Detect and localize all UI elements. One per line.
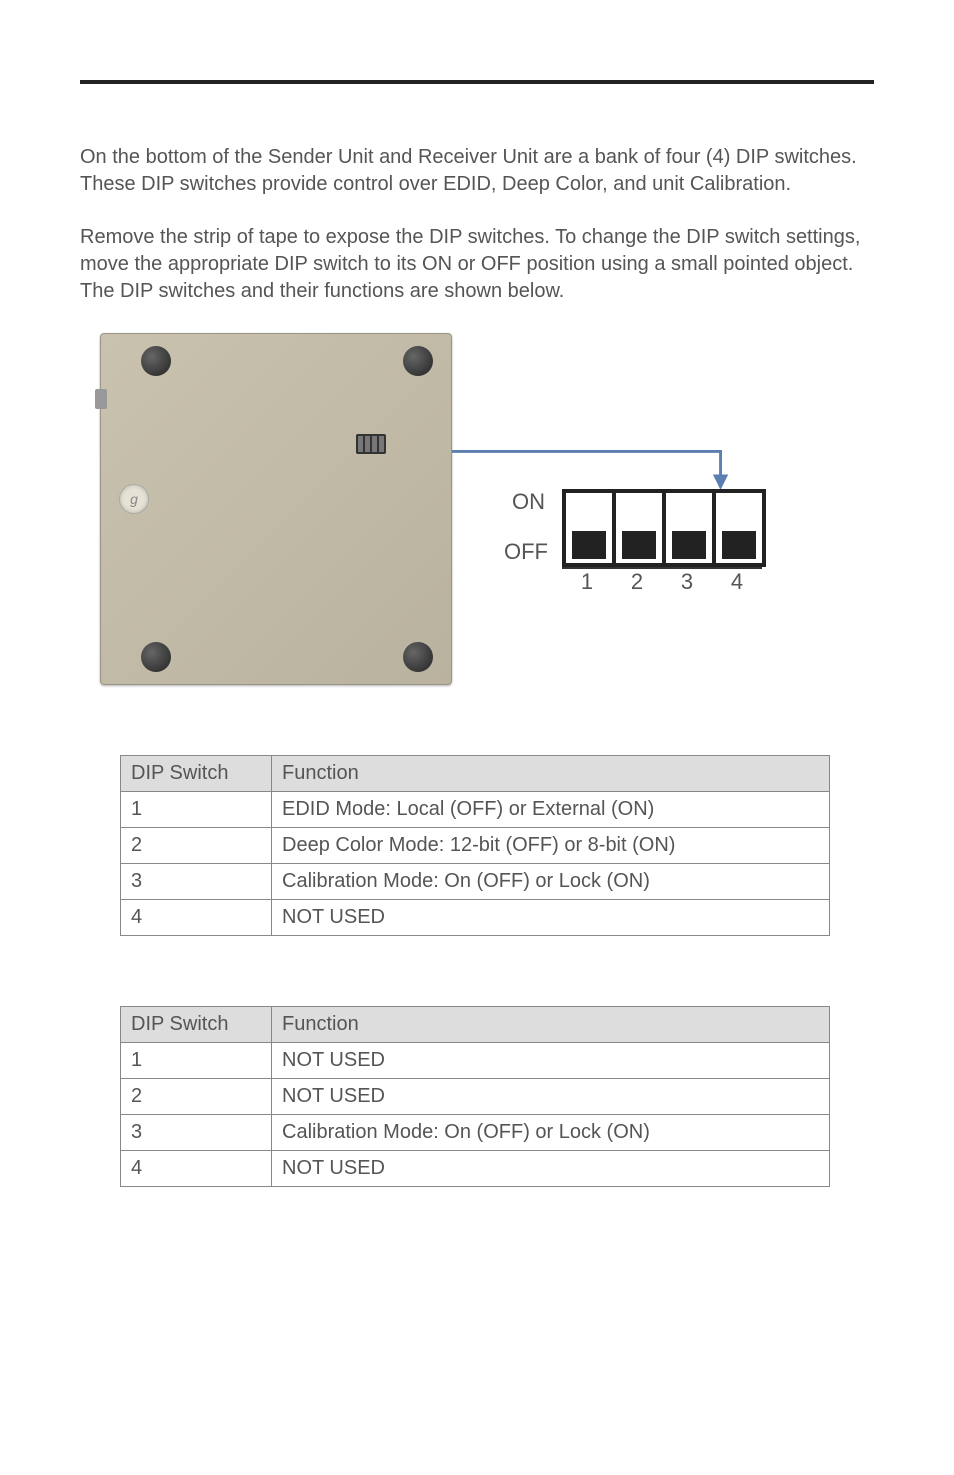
table-row: 4 NOT USED bbox=[121, 900, 830, 936]
intro-paragraph-1: On the bottom of the Sender Unit and Rec… bbox=[80, 144, 874, 198]
logo-badge: g bbox=[119, 484, 149, 514]
dip-knob bbox=[572, 531, 606, 559]
table-row: 3 Calibration Mode: On (OFF) or Lock (ON… bbox=[121, 1115, 830, 1151]
cell-fn: Calibration Mode: On (OFF) or Lock (ON) bbox=[272, 1115, 830, 1151]
dip-off-label: OFF bbox=[504, 539, 548, 565]
table-row: 2 Deep Color Mode: 12-bit (OFF) or 8-bit… bbox=[121, 828, 830, 864]
screw-icon bbox=[141, 346, 171, 376]
table-row: 2 NOT USED bbox=[121, 1079, 830, 1115]
table-row: 1 EDID Mode: Local (OFF) or External (ON… bbox=[121, 792, 830, 828]
dip-knob bbox=[622, 531, 656, 559]
table-header-row: DIP Switch Function bbox=[121, 1007, 830, 1043]
cell-fn: NOT USED bbox=[272, 1151, 830, 1187]
cell-sw: 1 bbox=[121, 792, 272, 828]
dip-slot-4 bbox=[716, 493, 762, 563]
dip-switch-box bbox=[562, 489, 766, 567]
intro-paragraph-2: Remove the strip of tape to expose the D… bbox=[80, 224, 874, 305]
table-header-row: DIP Switch Function bbox=[121, 756, 830, 792]
dip-slot-2 bbox=[616, 493, 666, 563]
table-row: 1 NOT USED bbox=[121, 1043, 830, 1079]
header-function: Function bbox=[272, 1007, 830, 1043]
screw-icon bbox=[403, 346, 433, 376]
header-dip-switch: DIP Switch bbox=[121, 1007, 272, 1043]
dip-number: 2 bbox=[612, 567, 662, 595]
dip-on-label: ON bbox=[512, 489, 545, 515]
page: On the bottom of the Sender Unit and Rec… bbox=[0, 0, 954, 1475]
dip-number: 4 bbox=[712, 567, 762, 595]
header-dip-switch: DIP Switch bbox=[121, 756, 272, 792]
cell-sw: 1 bbox=[121, 1043, 272, 1079]
dip-number: 1 bbox=[562, 567, 612, 595]
header-function: Function bbox=[272, 756, 830, 792]
cell-fn: Deep Color Mode: 12-bit (OFF) or 8-bit (… bbox=[272, 828, 830, 864]
cell-fn: NOT USED bbox=[272, 1043, 830, 1079]
dip-slot-3 bbox=[666, 493, 716, 563]
cell-fn: EDID Mode: Local (OFF) or External (ON) bbox=[272, 792, 830, 828]
cell-fn: Calibration Mode: On (OFF) or Lock (ON) bbox=[272, 864, 830, 900]
side-ridge bbox=[95, 389, 107, 409]
dip-slot-1 bbox=[566, 493, 616, 563]
dip-switch-on-unit-icon bbox=[356, 434, 386, 454]
cell-fn: NOT USED bbox=[272, 1079, 830, 1115]
dip-number: 3 bbox=[662, 567, 712, 595]
cell-sw: 3 bbox=[121, 1115, 272, 1151]
figure-row: g ON OFF 1 2 bbox=[100, 333, 874, 685]
dip-table-1: DIP Switch Function 1 EDID Mode: Local (… bbox=[120, 755, 830, 936]
cell-sw: 3 bbox=[121, 864, 272, 900]
callout-area: ON OFF 1 2 3 4 bbox=[452, 339, 874, 679]
dip-numbers-row: 1 2 3 4 bbox=[562, 567, 766, 595]
table-row: 3 Calibration Mode: On (OFF) or Lock (ON… bbox=[121, 864, 830, 900]
dip-knob bbox=[722, 531, 756, 559]
cell-sw: 2 bbox=[121, 828, 272, 864]
cell-sw: 4 bbox=[121, 900, 272, 936]
cell-sw: 4 bbox=[121, 1151, 272, 1187]
cell-sw: 2 bbox=[121, 1079, 272, 1115]
dip-knob bbox=[672, 531, 706, 559]
table-row: 4 NOT USED bbox=[121, 1151, 830, 1187]
dip-switch-diagram: 1 2 3 4 bbox=[562, 489, 766, 595]
dip-table-2: DIP Switch Function 1 NOT USED 2 NOT USE… bbox=[120, 1006, 830, 1187]
screw-icon bbox=[403, 642, 433, 672]
header-rule bbox=[80, 80, 874, 84]
device-unit-illustration: g bbox=[100, 333, 452, 685]
screw-icon bbox=[141, 642, 171, 672]
cell-fn: NOT USED bbox=[272, 900, 830, 936]
